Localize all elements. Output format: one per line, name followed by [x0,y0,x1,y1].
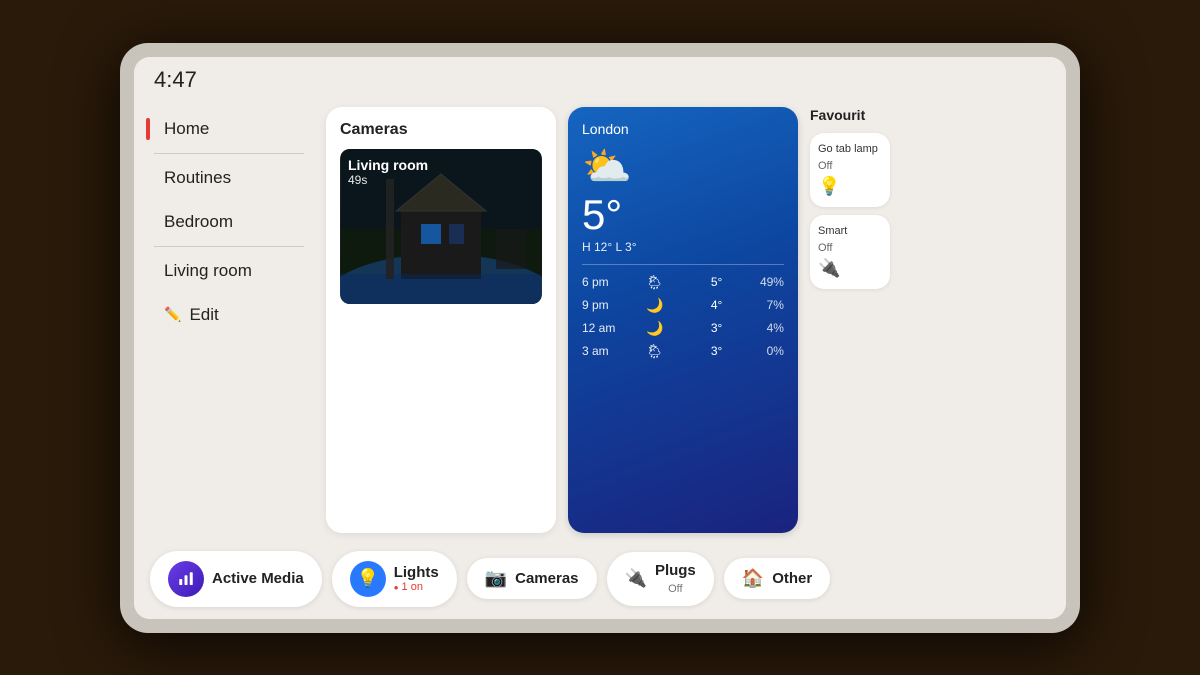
sidebar-item-routines[interactable]: Routines [154,156,314,200]
sidebar: Home Routines Bedroom Living room ✏️ Edi… [134,97,314,543]
weather-row-3: 3 am 🌦 3° 0% [582,340,784,363]
active-media-text: Active Media [212,570,304,587]
weather-row-1: 9 pm 🌙 4° 7% [582,294,784,317]
other-button[interactable]: 🏠 Other [724,558,830,599]
camera-card-title: Cameras [340,121,542,139]
weather-hi-lo: H 12° L 3° [582,240,784,254]
other-icon: 🏠 [742,568,764,589]
screen: 4:47 Home Routines Bedroom Living room [134,57,1066,619]
camera-overlay: Living room 49s [348,157,428,187]
status-bar: 4:47 [134,57,1066,97]
favorites-title: Favourit [810,107,890,123]
weather-card[interactable]: London ⛅ 5° H 12° L 3° 6 pm 🌦 5° 49% 9 p… [568,107,798,533]
smart-icon: 🔌 [818,258,840,279]
camera-card[interactable]: Cameras [326,107,556,533]
lights-sublabel: 1 on [394,581,423,593]
clock: 4:47 [154,67,197,93]
sidebar-divider-2 [154,246,304,247]
lights-text: Lights 1 on [394,564,439,593]
sidebar-item-living-room[interactable]: Living room [154,249,314,293]
lights-button[interactable]: 💡 Lights 1 on [332,551,457,607]
weather-row-0: 6 pm 🌦 5° 49% [582,271,784,294]
camera-thumbnail: Living room 49s [340,149,542,304]
sidebar-divider-1 [154,153,304,154]
sidebar-item-home[interactable]: Home [154,107,314,151]
fav-lamp-label: Go tab lamp [818,143,878,156]
weather-city: London [582,121,784,137]
sidebar-item-bedroom[interactable]: Bedroom [154,200,314,244]
fav-lamp-status: Off [818,160,832,172]
weather-row-2: 12 am 🌙 3° 4% [582,317,784,340]
plugs-button[interactable]: 🔌 Plugs Off [607,552,714,606]
fav-item-smart[interactable]: Smart Off 🔌 [810,215,890,289]
main-area: Home Routines Bedroom Living room ✏️ Edi… [134,97,1066,543]
plugs-icon: 🔌 [625,568,647,589]
weather-temperature: 5° [582,194,784,236]
bottom-bar: Active Media 💡 Lights 1 on 📷 Cameras [134,543,1066,619]
lamp-icon: 💡 [818,176,840,197]
cameras-icon: 📷 [485,568,507,589]
device-frame: 4:47 Home Routines Bedroom Living room [120,43,1080,633]
edit-button[interactable]: ✏️ Edit [154,293,314,337]
fav-item-lamp[interactable]: Go tab lamp Off 💡 [810,133,890,207]
camera-room-name: Living room [348,157,428,173]
active-media-icon [168,561,204,597]
cameras-button[interactable]: 📷 Cameras [467,558,597,599]
camera-duration: 49s [348,173,428,187]
favorites-panel: Favourit Go tab lamp Off 💡 Smart Off � [810,107,890,533]
content-area: Cameras [314,97,1066,543]
fav-smart-status: Off [818,242,832,254]
lights-icon: 💡 [350,561,386,597]
fav-smart-label: Smart [818,225,847,238]
pencil-icon: ✏️ [164,306,181,323]
weather-divider [582,264,784,265]
active-media-button[interactable]: Active Media [150,551,322,607]
weather-icon: ⛅ [582,143,784,190]
